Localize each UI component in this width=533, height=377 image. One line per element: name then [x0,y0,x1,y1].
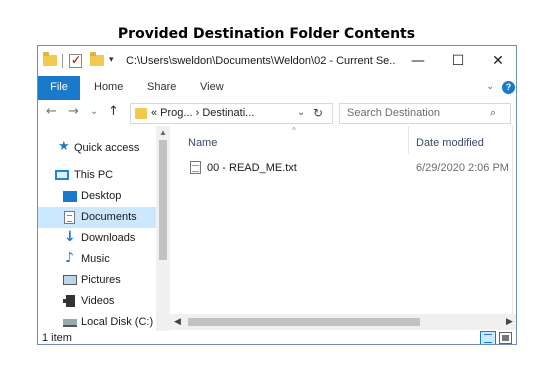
column-header-name[interactable]: Name [188,137,217,149]
folder-icon [135,108,147,119]
sidebar-item-label: Quick access [74,142,140,154]
back-arrow-icon[interactable]: ← [46,104,57,119]
sidebar-item-documents[interactable]: Documents [38,207,156,228]
sidebar-item-pictures[interactable]: Pictures [38,270,156,291]
desktop-icon [63,191,77,202]
sort-ascending-icon: ^ [292,126,296,135]
page-caption: Provided Destination Folder Contents [117,26,416,42]
tab-share[interactable]: Share [147,76,176,100]
sidebar-item-music[interactable]: ♪ Music [38,249,156,270]
column-header-date-modified[interactable]: Date modified [416,137,484,149]
horizontal-scrollbar[interactable]: ◀ ▶ [170,314,516,330]
sidebar-item-videos[interactable]: Videos [38,291,156,312]
list-item[interactable]: 00 - READ_ME.txt 6/29/2020 2:06 PM [184,158,514,178]
search-icon[interactable]: ⌕ [490,106,496,120]
content-divider [512,126,516,314]
tab-file[interactable]: File [38,76,80,100]
properties-icon[interactable] [69,53,82,68]
text-file-icon [190,161,201,174]
scroll-up-icon[interactable]: ▲ [159,128,167,137]
status-bar: 1 item [38,331,516,344]
address-dropdown-chevron-icon[interactable]: ⌄ [297,107,305,118]
window-title: C:\Users\sweldon\Documents\Weldon\02 - C… [126,55,396,67]
music-icon: ♪ [65,250,74,266]
documents-icon [64,211,75,224]
sidebar-item-label: Documents [81,211,137,223]
refresh-icon[interactable]: ↻ [313,106,323,120]
search-input[interactable]: Search Destination ⌕ [339,103,511,124]
sidebar-item-downloads[interactable]: ↓ Downloads [38,228,156,249]
navigation-bar: ← → ⌄ ↑ « Prog... › Destinati... ⌄ ↻ Sea… [38,100,516,126]
address-bar[interactable]: « Prog... › Destinati... ⌄ ↻ [130,103,333,124]
column-headers: ^ Name Date modified [170,126,516,154]
sidebar-item-label: Music [81,253,110,265]
help-icon[interactable]: ? [502,81,515,94]
search-placeholder: Search Destination [347,107,440,119]
navigation-pane-scrollbar[interactable]: ▲ [156,126,170,331]
item-count: 1 item [42,332,72,344]
star-icon: ★ [58,139,70,154]
scroll-left-icon[interactable]: ◀ [174,316,181,327]
sidebar-item-label: Desktop [81,190,122,202]
sidebar-item-label: This PC [74,169,114,181]
navigation-pane: ★ Quick access This PC Desktop Documents… [38,126,170,331]
forward-arrow-icon[interactable]: → [68,104,79,119]
sidebar-item-desktop[interactable]: Desktop [38,186,156,207]
scroll-thumb[interactable] [159,140,167,260]
file-list: ^ Name Date modified 00 - READ_ME.txt 6/… [170,126,516,331]
customize-quick-access-chevron-icon[interactable]: ▾ [109,54,114,70]
expand-ribbon-chevron-icon[interactable]: ⌄ [486,81,494,92]
file-explorer-window: ▾ C:\Users\sweldon\Documents\Weldon\02 -… [37,45,517,345]
column-divider[interactable] [408,126,409,154]
sidebar-item-this-pc[interactable]: This PC [38,165,156,186]
up-arrow-icon[interactable]: ↑ [108,104,119,119]
file-date-modified: 6/29/2020 2:06 PM [416,162,509,174]
minimize-button[interactable]: — [398,46,438,76]
sidebar-item-label: Videos [81,295,115,307]
sidebar-item-label: Downloads [81,232,136,244]
new-folder-icon[interactable] [90,52,104,66]
ribbon-tabs: File Home Share View ⌄ ? [38,76,516,100]
large-icons-view-icon[interactable] [499,332,512,344]
scroll-right-icon[interactable]: ▶ [506,316,513,327]
scroll-thumb[interactable] [188,318,420,326]
sidebar-item-label: Pictures [81,274,121,286]
details-view-icon[interactable] [480,331,496,344]
download-icon: ↓ [64,229,76,245]
file-name: 00 - READ_ME.txt [207,162,297,174]
sidebar-item-local-disk[interactable]: Local Disk (C:) [38,312,156,331]
computer-icon [55,170,69,180]
maximize-button[interactable]: ☐ [438,46,478,76]
close-button[interactable]: ✕ [478,46,516,76]
videos-icon [63,295,75,307]
folder-icon [43,52,57,66]
disk-icon [63,319,77,327]
sidebar-item-label: Local Disk (C:) [81,316,154,328]
tab-home[interactable]: Home [94,76,123,100]
title-bar: ▾ C:\Users\sweldon\Documents\Weldon\02 -… [38,46,516,76]
pictures-icon [63,275,77,285]
recent-locations-chevron-icon[interactable]: ⌄ [90,106,98,117]
tab-view[interactable]: View [200,76,224,100]
toolbar-divider [62,54,63,68]
sidebar-item-quick-access[interactable]: ★ Quick access [38,138,156,159]
address-path[interactable]: « Prog... › Destinati... [151,107,254,119]
